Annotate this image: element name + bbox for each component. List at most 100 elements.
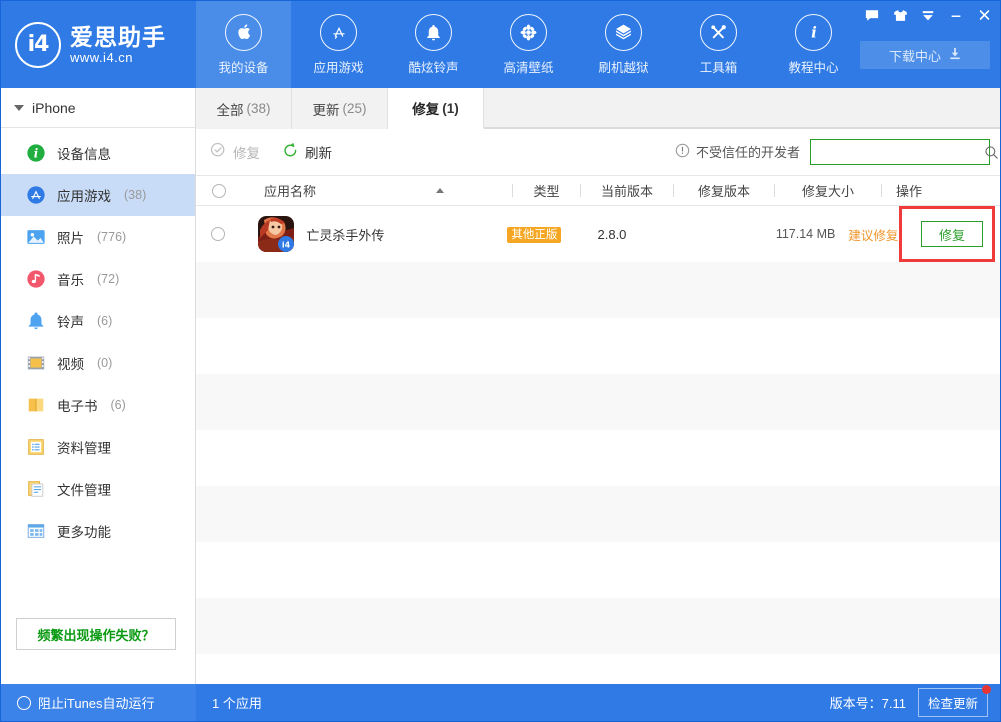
data-manage-icon	[25, 436, 47, 458]
table-body: i4 亡灵杀手外传 其他正版 2.8.0 117.14 MB 建议修复	[196, 206, 1000, 710]
search-icon[interactable]	[984, 145, 1001, 160]
nav-label: 刷机越狱	[598, 57, 648, 76]
sidebar-item-label: 视频	[57, 353, 84, 373]
nav-item-apps-games[interactable]: 应用游戏	[291, 1, 386, 88]
header-app-name[interactable]: 应用名称	[242, 181, 512, 200]
header-fix-version[interactable]: 修复版本	[674, 181, 774, 200]
tabs-filler	[484, 88, 1000, 128]
flower-icon	[510, 14, 547, 51]
check-update-button[interactable]: 检查更新	[918, 688, 988, 717]
nav-item-my-device[interactable]: 我的设备	[196, 1, 291, 88]
svg-text:i: i	[34, 147, 38, 161]
download-center-button[interactable]: 下载中心	[860, 41, 990, 69]
refresh-button[interactable]: 刷新	[282, 142, 332, 162]
sidebar-item-music[interactable]: 音乐 (72)	[1, 258, 195, 300]
nav-item-flash-jailbreak[interactable]: 刷机越狱	[576, 1, 671, 88]
sidebar-item-label: 资料管理	[57, 437, 111, 457]
search-box[interactable]	[810, 139, 990, 165]
ebook-icon	[25, 394, 47, 416]
tools-icon	[700, 14, 737, 51]
header-current-version[interactable]: 当前版本	[581, 181, 673, 200]
table-row-empty	[196, 486, 1000, 542]
app-icon: i4	[258, 216, 294, 252]
sidebar-item-count: (6)	[111, 398, 126, 412]
header-fix-size[interactable]: 修复大小	[775, 181, 881, 200]
block-itunes-label: 阻止iTunes自动运行	[38, 693, 155, 712]
skin-icon[interactable]	[886, 3, 914, 27]
header-action: 操作	[882, 181, 978, 200]
sidebar-item-label: 电子书	[57, 395, 98, 415]
sidebar-item-label: 文件管理	[57, 479, 111, 499]
device-name: iPhone	[32, 100, 76, 116]
sidebar-item-videos[interactable]: 视频 (0)	[1, 342, 195, 384]
status-right-group: 版本号：7.11 检查更新	[830, 688, 1000, 717]
nav-item-ringtones[interactable]: 酷炫铃声	[386, 1, 481, 88]
svg-text:i4: i4	[282, 241, 291, 250]
tab-count: (25)	[342, 101, 366, 116]
nav-item-wallpapers[interactable]: 高清壁纸	[481, 1, 576, 88]
tab-updates[interactable]: 更新 (25)	[292, 88, 388, 129]
block-itunes-toggle[interactable]: 阻止iTunes自动运行	[1, 684, 196, 721]
repair-button[interactable]: 修复	[210, 142, 260, 162]
sidebar-item-device-info[interactable]: i 设备信息	[1, 132, 195, 174]
sidebar-item-apps-games[interactable]: 应用游戏 (38)	[1, 174, 195, 216]
device-selector[interactable]: iPhone	[1, 88, 195, 128]
info-icon: i	[795, 14, 832, 51]
nav-item-toolbox[interactable]: 工具箱	[671, 1, 766, 88]
sidebar-item-file-manage[interactable]: 文件管理	[1, 468, 195, 510]
row-action-cell: 修复	[907, 221, 1000, 247]
sidebar-item-ebooks[interactable]: 电子书 (6)	[1, 384, 195, 426]
refresh-label: 刷新	[305, 142, 332, 162]
select-all-checkbox[interactable]	[212, 184, 226, 198]
tab-repair[interactable]: 修复 (1)	[388, 88, 484, 129]
sidebar-item-count: (38)	[124, 188, 146, 202]
photos-icon	[25, 226, 47, 248]
main-content: 全部 (38) 更新 (25) 修复 (1) 修复	[196, 88, 1000, 684]
sidebar-item-more-features[interactable]: 更多功能	[1, 510, 195, 552]
appstore-icon	[320, 14, 357, 51]
row-checkbox[interactable]	[211, 227, 225, 241]
sidebar-item-ringtones[interactable]: 铃声 (6)	[1, 300, 195, 342]
file-manage-icon	[25, 478, 47, 500]
download-icon	[949, 47, 961, 63]
minimize-icon[interactable]	[942, 3, 970, 27]
close-icon[interactable]	[970, 3, 998, 27]
sidebar-item-count: (0)	[97, 356, 112, 370]
operation-failure-help-button[interactable]: 频繁出现操作失败？	[16, 618, 176, 650]
apps-icon	[25, 184, 47, 206]
table-row-empty	[196, 598, 1000, 654]
untrusted-developer-label: 不受信任的开发者	[696, 142, 800, 161]
row-app-cell: i4 亡灵杀手外传	[240, 216, 501, 252]
feedback-icon[interactable]	[858, 3, 886, 27]
table-row[interactable]: i4 亡灵杀手外传 其他正版 2.8.0 117.14 MB 建议修复	[196, 206, 1000, 262]
music-icon	[25, 268, 47, 290]
row-repair-button[interactable]: 修复	[921, 221, 983, 247]
header-app-name-label: 应用名称	[264, 181, 316, 200]
sidebar-item-count: (72)	[97, 272, 119, 286]
app-count-label: 1 个应用	[196, 693, 262, 712]
menu-icon[interactable]	[914, 3, 942, 27]
svg-text:i: i	[811, 23, 817, 41]
nav-item-tutorials[interactable]: i 教程中心	[766, 1, 861, 88]
toggle-circle-icon	[17, 696, 31, 710]
sidebar-item-label: 音乐	[57, 269, 84, 289]
untrusted-developer-link[interactable]: 不受信任的开发者	[675, 142, 800, 161]
sort-ascending-icon	[436, 188, 444, 193]
row-current-version: 2.8.0	[568, 227, 657, 242]
tab-all[interactable]: 全部 (38)	[196, 88, 292, 129]
window-controls	[858, 3, 998, 27]
chevron-down-icon	[14, 105, 24, 111]
sidebar-item-data-manage[interactable]: 资料管理	[1, 426, 195, 468]
header-type[interactable]: 类型	[513, 181, 580, 200]
table-row-empty	[196, 542, 1000, 598]
sidebar-item-photos[interactable]: 照片 (776)	[1, 216, 195, 258]
update-available-dot	[982, 685, 991, 694]
search-input[interactable]	[811, 141, 984, 163]
row-select-cell	[196, 227, 240, 241]
logo-text: i4	[28, 32, 49, 57]
warning-icon	[675, 143, 690, 161]
brand-logo-area: i4 爱思助手 www.i4.cn	[1, 1, 196, 88]
type-badge: 其他正版	[507, 227, 561, 243]
nav-label: 应用游戏	[313, 57, 363, 76]
main-nav: 我的设备 应用游戏 酷炫铃声 高清壁纸	[196, 1, 861, 88]
